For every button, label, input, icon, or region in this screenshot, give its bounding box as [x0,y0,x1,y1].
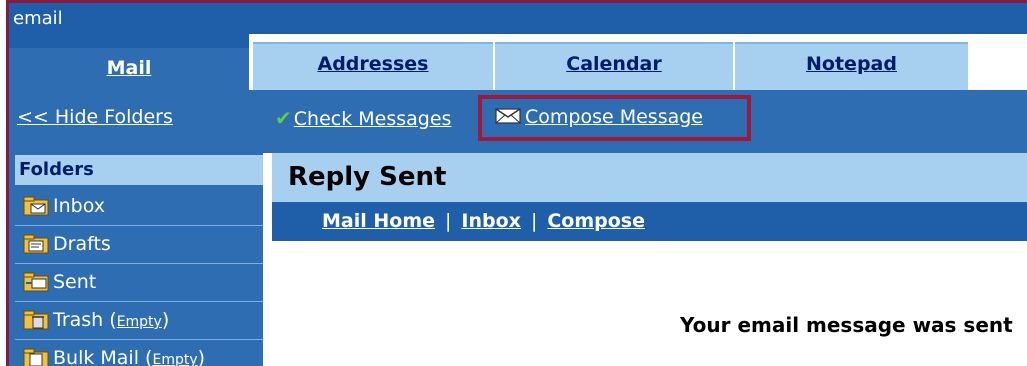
inbox-link[interactable]: Inbox [461,210,521,232]
tab-addresses-label: Addresses [317,53,429,75]
tab-notepad[interactable]: Notepad [735,42,968,90]
page-title: Reply Sent [272,153,1027,202]
sidebar-item-bulk-mail-label: Bulk Mail [53,347,139,366]
sidebar-item-sent-label: Sent [53,271,97,293]
tab-notepad-label: Notepad [806,53,897,75]
tab-mail[interactable]: Mail [9,44,249,92]
compose-message-label: Compose Message [525,106,703,128]
email-app-frame: email Mail Addresses Calendar Notepad <<… [0,0,1027,366]
tab-calendar-label: Calendar [566,53,662,75]
subnav-separator: | [445,210,452,232]
trash-folder-icon [23,310,49,330]
sidebar-item-inbox[interactable]: Inbox [15,188,263,226]
sidebar-item-trash-label: Trash [53,309,104,331]
check-messages-label: Check Messages [293,108,452,130]
mail-home-link[interactable]: Mail Home [322,210,435,232]
bulk-mail-empty-link[interactable]: (Empty) [145,347,205,366]
main-tabs: Mail Addresses Calendar Notepad [9,34,1027,92]
sent-folder-icon [23,272,49,292]
bulk-mail-empty-label: Empty [152,352,198,366]
content-top-strip [263,145,1027,153]
sidebar-item-drafts-label: Drafts [53,233,111,255]
drafts-folder-icon [23,234,49,254]
mail-toolbar: << Hide Folders ✔ Check Messages Compose … [9,90,1027,145]
main-content: Reply Sent Mail Home | Inbox | Compose Your … [263,145,1027,366]
folders-sidebar: Folders Inbox Drafts Sent Trash (Empty) … [9,145,263,366]
tab-mail-label: Mail [106,57,152,79]
trash-empty-link[interactable]: (Empty) [109,309,169,331]
mail-subnav: Mail Home | Inbox | Compose [272,202,1027,241]
subnav-separator: | [530,210,538,232]
sidebar-item-inbox-label: Inbox [53,195,105,217]
envelope-icon [495,108,521,124]
sidebar-item-trash[interactable]: Trash (Empty) [15,302,263,340]
bulk-mail-folder-icon [23,348,49,366]
tab-calendar[interactable]: Calendar [495,42,733,90]
sidebar-item-drafts[interactable]: Drafts [15,226,263,264]
sent-confirmation-message: Your email message was sent [680,313,1013,337]
sidebar-item-bulk-mail[interactable]: Bulk Mail (Empty) [15,340,263,366]
hide-folders-link[interactable]: << Hide Folders [17,106,173,128]
tab-addresses[interactable]: Addresses [253,42,493,90]
trash-empty-label: Empty [116,314,162,330]
compose-link[interactable]: Compose [547,210,645,232]
checkmark-icon: ✔ [275,106,292,130]
app-title-bar: email [9,3,1027,34]
check-messages-link[interactable]: ✔ Check Messages [275,106,451,130]
folders-header: Folders [15,155,263,185]
app-title: email [13,8,63,29]
sidebar-item-sent[interactable]: Sent [15,264,263,302]
compose-message-link[interactable]: Compose Message [495,106,703,128]
inbox-folder-icon [23,196,49,216]
tab-strip-accent [9,34,249,44]
